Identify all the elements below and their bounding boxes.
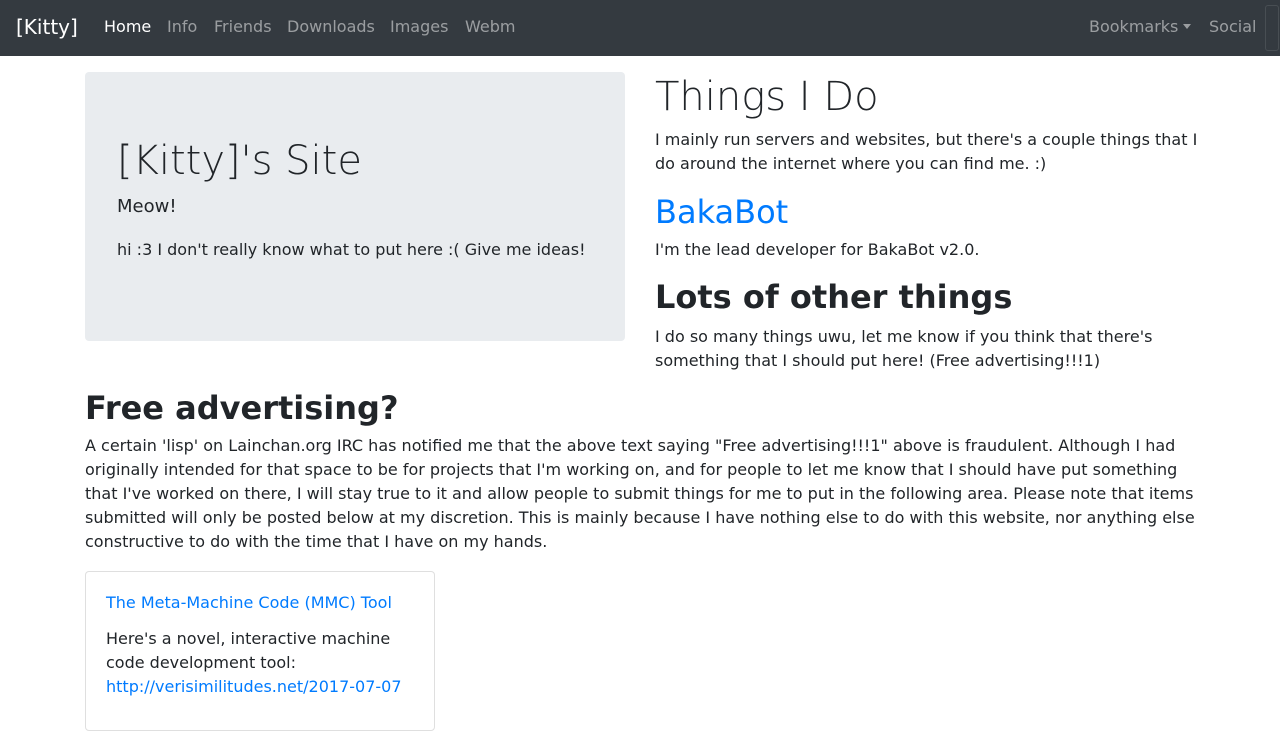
things-intro-line: I mainly run servers and websites, but t…: [655, 130, 1198, 149]
nav-info[interactable]: Info: [167, 17, 197, 37]
nav-webm[interactable]: Webm: [465, 17, 515, 37]
brand-link[interactable]: [Kitty]: [16, 14, 78, 40]
lots-line: I do so many things uwu, let me know if …: [655, 327, 1153, 346]
bakabot-text: I'm the lead developer for BakaBot v2.0.: [655, 240, 980, 259]
nav-home[interactable]: Home: [104, 17, 151, 37]
site-lead-text: hi :3 I don't really know what to put he…: [117, 240, 586, 259]
lots-text: I do so many things uwu, let me know if …: [655, 325, 1152, 373]
card-title-link[interactable]: The Meta-Machine Code (MMC) Tool: [106, 593, 392, 613]
free-advertising-heading: Free advertising?: [85, 389, 399, 427]
site-subtitle: Meow!: [117, 196, 177, 217]
top-navbar: [Kitty] Home Info Friends Downloads Imag…: [0, 0, 1280, 56]
things-intro: I mainly run servers and websites, but t…: [655, 128, 1197, 176]
free-line: originally intended for that space to be…: [85, 460, 1178, 479]
site-title: [Kitty]'s Site: [117, 138, 362, 184]
card-url-link[interactable]: http://verisimilitudes.net/2017-07-07: [106, 677, 402, 697]
free-line: submitted will only be posted below at m…: [85, 508, 1195, 527]
card-text-line: Here's a novel, interactive machine: [106, 629, 391, 648]
nav-friends[interactable]: Friends: [214, 17, 272, 37]
card-text-line: code development tool:: [106, 653, 296, 672]
nav-downloads[interactable]: Downloads: [287, 17, 375, 37]
bookmarks-label: Bookmarks: [1089, 17, 1179, 36]
nav-images[interactable]: Images: [390, 17, 448, 37]
free-line: constructive to do with the time that I …: [85, 532, 548, 551]
things-intro-line: do around the internet where you can fin…: [655, 154, 1047, 173]
things-heading: Things I Do: [655, 74, 879, 120]
bakabot-link[interactable]: BakaBot: [655, 193, 788, 231]
nav-bookmarks-dropdown[interactable]: Bookmarks: [1089, 17, 1192, 37]
lots-heading: Lots of other things: [655, 278, 1013, 316]
caret-down-icon: [1183, 24, 1192, 29]
navbar-toggler-button[interactable]: [1265, 5, 1279, 51]
free-advertising-text: A certain 'lisp' on Lainchan.org IRC has…: [85, 434, 1195, 554]
free-line: A certain 'lisp' on Lainchan.org IRC has…: [85, 436, 1176, 455]
card-text: Here's a novel, interactive machine code…: [106, 627, 390, 675]
lots-line: something that I should put here! (Free …: [655, 351, 1101, 370]
nav-social[interactable]: Social: [1209, 17, 1256, 37]
free-line: that I've worked on there, I will stay t…: [85, 484, 1194, 503]
